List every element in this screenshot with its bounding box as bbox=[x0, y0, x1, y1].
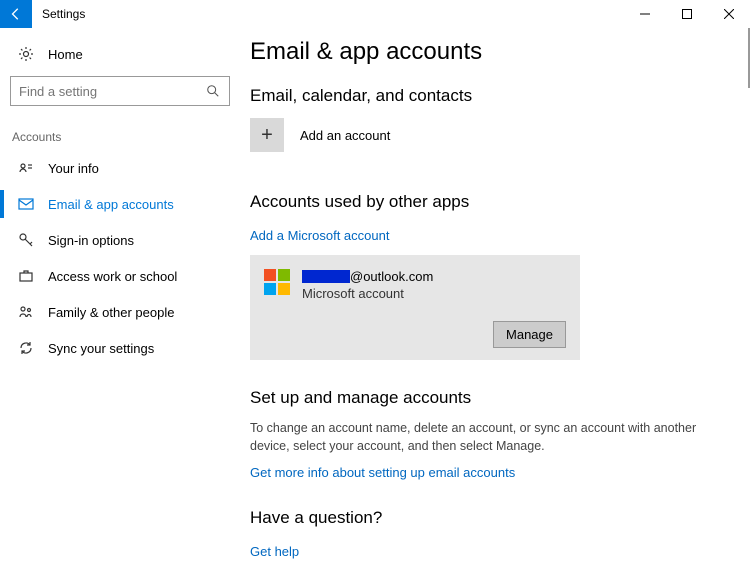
sidebar: Home Accounts Your info Email & app acco… bbox=[0, 28, 240, 570]
add-microsoft-account-link[interactable]: Add a Microsoft account bbox=[250, 228, 389, 243]
account-type: Microsoft account bbox=[302, 286, 433, 301]
section-email-contacts: Email, calendar, and contacts bbox=[250, 86, 730, 106]
title-bar: Settings bbox=[0, 0, 750, 28]
sidebar-item-signin-options[interactable]: Sign-in options bbox=[10, 222, 230, 258]
nav-label: Sign-in options bbox=[48, 233, 134, 248]
add-account-label: Add an account bbox=[300, 128, 390, 143]
section-other-apps: Accounts used by other apps bbox=[250, 192, 730, 212]
setup-description: To change an account name, delete an acc… bbox=[250, 420, 730, 455]
nav-group-header: Accounts bbox=[10, 130, 230, 144]
nav-label: Sync your settings bbox=[48, 341, 154, 356]
people-icon bbox=[18, 304, 34, 320]
manage-button[interactable]: Manage bbox=[493, 321, 566, 348]
page-title: Email & app accounts bbox=[250, 38, 730, 66]
sidebar-item-access-work-school[interactable]: Access work or school bbox=[10, 258, 230, 294]
close-button[interactable] bbox=[708, 0, 750, 28]
mail-icon bbox=[18, 196, 34, 212]
key-icon bbox=[18, 232, 34, 248]
microsoft-logo-icon bbox=[264, 269, 290, 295]
nav-label: Family & other people bbox=[48, 305, 174, 320]
home-label: Home bbox=[48, 47, 83, 62]
content-area: Email & app accounts Email, calendar, an… bbox=[240, 28, 750, 570]
search-box[interactable] bbox=[10, 76, 230, 106]
window-title: Settings bbox=[42, 7, 85, 21]
account-email: @outlook.com bbox=[302, 269, 433, 284]
window-controls bbox=[624, 0, 750, 28]
sidebar-item-email-app-accounts[interactable]: Email & app accounts bbox=[10, 186, 230, 222]
plus-icon: + bbox=[250, 118, 284, 152]
section-setup-manage: Set up and manage accounts bbox=[250, 388, 730, 408]
sidebar-item-your-info[interactable]: Your info bbox=[10, 150, 230, 186]
more-info-link[interactable]: Get more info about setting up email acc… bbox=[250, 465, 515, 480]
nav-label: Email & app accounts bbox=[48, 197, 174, 212]
home-button[interactable]: Home bbox=[10, 36, 230, 72]
get-help-link[interactable]: Get help bbox=[250, 544, 299, 559]
person-card-icon bbox=[18, 160, 34, 176]
search-input[interactable] bbox=[19, 84, 205, 99]
minimize-button[interactable] bbox=[624, 0, 666, 28]
nav-label: Access work or school bbox=[48, 269, 177, 284]
gear-icon bbox=[18, 46, 34, 62]
account-card[interactable]: @outlook.com Microsoft account Manage bbox=[250, 255, 580, 360]
add-account-button[interactable]: + Add an account bbox=[250, 118, 730, 152]
back-button[interactable] bbox=[0, 0, 32, 28]
arrow-left-icon bbox=[9, 7, 23, 21]
nav-label: Your info bbox=[48, 161, 99, 176]
briefcase-icon bbox=[18, 268, 34, 284]
sidebar-item-sync-settings[interactable]: Sync your settings bbox=[10, 330, 230, 366]
sidebar-item-family-other-people[interactable]: Family & other people bbox=[10, 294, 230, 330]
search-icon bbox=[205, 83, 221, 99]
maximize-button[interactable] bbox=[666, 0, 708, 28]
redacted-email-prefix bbox=[302, 270, 350, 283]
section-question: Have a question? bbox=[250, 508, 730, 528]
sync-icon bbox=[18, 340, 34, 356]
